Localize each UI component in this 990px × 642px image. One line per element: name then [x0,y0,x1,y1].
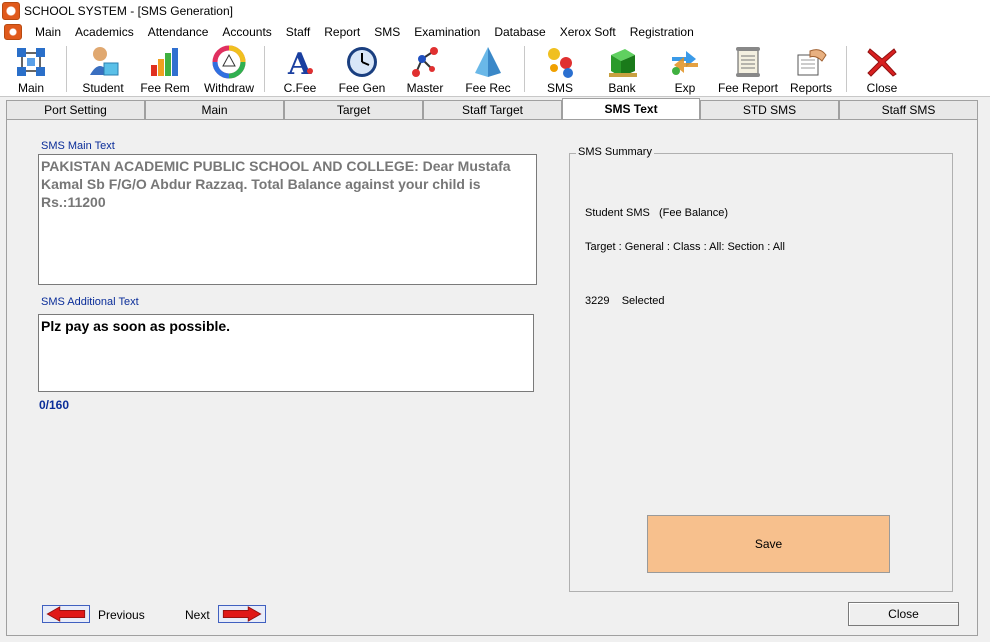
tab-sms-text[interactable]: SMS Text [562,98,700,119]
toolbar: Main Student Fee Rem Withdraw A C.Fee Fe… [0,42,990,97]
menu-examination[interactable]: Examination [407,22,487,42]
toolbar-reports-button[interactable]: Reports [788,42,834,96]
save-button[interactable]: Save [647,515,890,573]
tab-std-sms[interactable]: STD SMS [700,100,839,119]
toolbar-fee-report-button[interactable]: Fee Report [716,42,780,96]
menu-staff[interactable]: Staff [279,22,317,42]
left-arrow-icon [46,606,86,622]
menu-database[interactable]: Database [487,22,552,42]
toolbar-separator [264,46,265,92]
sms-additional-text-field[interactable]: Plz pay as soon as possible. [38,314,534,392]
tab-staff-target[interactable]: Staff Target [423,100,562,119]
title-bar: SCHOOL SYSTEM - [SMS Generation] [0,0,990,22]
app-logo-icon [2,2,20,20]
summary-selected-count: 3229 Selected [585,295,665,307]
sms-main-text-label: SMS Main Text [41,140,115,152]
toolbar-cfee-button[interactable]: A C.Fee [278,42,322,96]
menu-bar: Main Academics Attendance Accounts Staff… [0,22,990,42]
sms-summary-title: SMS Summary [576,146,654,158]
toolbar-close-button[interactable]: Close [860,42,904,96]
next-arrow-button[interactable] [218,605,266,623]
tab-target[interactable]: Target [284,100,423,119]
clock-icon [347,47,377,77]
tab-main[interactable]: Main [145,100,284,119]
tab-strip: Port Setting Main Target Staff Target SM… [0,98,990,119]
previous-label[interactable]: Previous [98,608,145,622]
sms-main-text-field[interactable]: PAKISTAN ACADEMIC PUBLIC SCHOOL AND COLL… [38,154,537,285]
toolbar-fee-rec-button[interactable]: Fee Rec [464,42,512,96]
toolbar-fee-gen-button[interactable]: Fee Gen [336,42,388,96]
app-menu-icon[interactable] [4,24,22,40]
color-wheel-icon [212,45,246,79]
toolbar-fee-rem-button[interactable]: Fee Rem [138,42,192,96]
menu-accounts[interactable]: Accounts [215,22,278,42]
window-title: SCHOOL SYSTEM - [SMS Generation] [24,4,233,18]
right-arrow-icon [222,606,262,622]
close-x-icon [867,48,897,77]
toolbar-exp-button[interactable]: Exp [664,42,706,96]
sms-additional-text-label: SMS Additional Text [41,296,139,308]
balls-icon [548,48,573,78]
toolbar-student-button[interactable]: Student [78,42,128,96]
next-label[interactable]: Next [185,608,210,622]
previous-arrow-button[interactable] [42,605,90,623]
summary-sms-type: Student SMS (Fee Balance) [585,207,729,219]
menu-xerox-soft[interactable]: Xerox Soft [553,22,623,42]
toolbar-bank-button[interactable]: Bank [600,42,644,96]
toolbar-separator [66,46,67,92]
summary-target: Target : General : Class : All: Section … [585,241,785,253]
toolbar-sms-button[interactable]: SMS [538,42,582,96]
scroll-icon [736,47,760,77]
molecule-icon [412,47,438,77]
toolbar-master-button[interactable]: Master [402,42,448,96]
menu-main[interactable]: Main [28,22,68,42]
menu-report[interactable]: Report [317,22,367,42]
menu-registration[interactable]: Registration [623,22,701,42]
pyramid-icon [475,47,501,77]
tab-staff-sms[interactable]: Staff SMS [839,100,978,119]
letter-a-icon: A [287,47,313,79]
student-icon [90,47,119,76]
grid-icon [17,48,45,76]
cube-icon [609,49,637,77]
toolbar-withdraw-button[interactable]: Withdraw [200,42,258,96]
exchange-arrows-icon [672,51,698,75]
bar-chart-icon [151,48,178,76]
tab-port-setting[interactable]: Port Setting [6,100,145,119]
handshake-icon [797,49,827,76]
character-counter: 0/160 [39,398,70,412]
toolbar-separator [524,46,525,92]
svg-text:A: A [287,47,312,79]
menu-academics[interactable]: Academics [68,22,141,42]
menu-sms[interactable]: SMS [367,22,407,42]
toolbar-separator [846,46,847,92]
menu-attendance[interactable]: Attendance [141,22,216,42]
toolbar-main-button[interactable]: Main [8,42,54,96]
close-button[interactable]: Close [848,602,959,626]
